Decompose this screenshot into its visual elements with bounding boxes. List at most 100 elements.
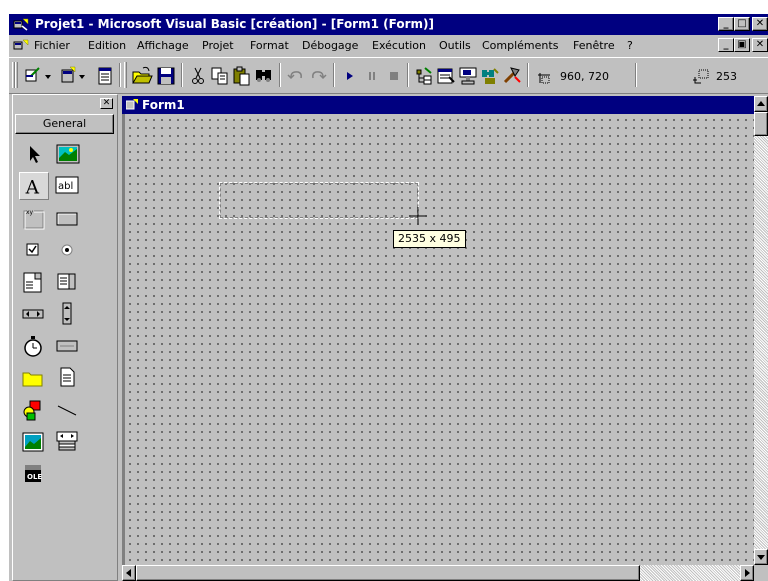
menu-editor-icon[interactable]	[94, 65, 116, 87]
form-designer: Form1 2535 x 495	[122, 96, 768, 581]
form-size-readout: 253	[716, 70, 737, 83]
document-system-menu-icon[interactable]	[13, 38, 29, 53]
menu-bar: Fichier Edition Affichage Projet Format …	[9, 35, 768, 56]
form-icon	[126, 99, 138, 110]
form-title-bar[interactable]: Form1	[122, 96, 754, 114]
checkbox-icon[interactable]	[19, 236, 49, 264]
toolbar-separator	[407, 63, 409, 87]
form-client-area[interactable]: 2535 x 495	[125, 114, 754, 565]
toolbar-separator	[333, 63, 335, 87]
image-icon[interactable]	[19, 428, 49, 456]
vscrollbar-icon[interactable]	[53, 300, 83, 328]
menu-help[interactable]: ?	[627, 39, 633, 52]
form-position-icon	[538, 73, 550, 84]
add-form-icon[interactable]	[59, 65, 91, 87]
size-tooltip: 2535 x 495	[393, 230, 466, 248]
arrow-up-icon	[757, 101, 765, 106]
toolbox-icon[interactable]	[501, 65, 523, 87]
scroll-left-button[interactable]	[122, 565, 136, 581]
scroll-up-button[interactable]	[754, 96, 768, 112]
menu-affichage[interactable]: Affichage	[137, 39, 189, 52]
menu-edition[interactable]: Edition	[88, 39, 126, 52]
close-button[interactable]: ✕	[752, 17, 768, 31]
menu-complements[interactable]: Compléments	[482, 39, 558, 52]
properties-window-icon[interactable]	[435, 65, 457, 87]
cut-icon[interactable]	[187, 65, 209, 87]
dirlistbox-icon[interactable]	[19, 364, 49, 392]
menu-execution[interactable]: Exécution	[372, 39, 426, 52]
svg-text:abl: abl	[58, 181, 73, 192]
pointer-icon[interactable]	[19, 140, 49, 168]
svg-text:xy: xy	[26, 209, 34, 216]
toolbox-general-tab[interactable]: General	[15, 114, 114, 134]
vertical-scroll-thumb[interactable]	[754, 112, 768, 136]
frame-icon[interactable]: xy	[19, 204, 49, 232]
form-position-readout: 960, 720	[560, 70, 609, 83]
drivelistbox-icon[interactable]	[53, 332, 83, 360]
menu-debogage[interactable]: Débogage	[302, 39, 358, 52]
toolbar-separator	[119, 63, 121, 87]
toolbar-separator	[635, 63, 637, 87]
project-explorer-icon[interactable]	[413, 65, 435, 87]
start-icon[interactable]	[339, 65, 361, 87]
combobox-icon[interactable]	[19, 268, 49, 296]
mdi-close-button[interactable]: ✕	[752, 38, 768, 52]
menu-fenetre[interactable]: Fenêtre	[573, 39, 615, 52]
label-icon[interactable]: A	[19, 172, 49, 200]
add-project-icon[interactable]	[23, 65, 57, 87]
scroll-down-button[interactable]	[754, 549, 768, 565]
maximize-button[interactable]: □	[734, 17, 750, 31]
form-size-icon	[693, 69, 709, 84]
scroll-right-button[interactable]	[740, 565, 754, 581]
crosshair-cursor-icon	[409, 207, 427, 225]
title-bar[interactable]: Projet1 - Microsoft Visual Basic [créati…	[9, 14, 768, 35]
textbox-icon[interactable]: abl	[53, 172, 83, 200]
optionbutton-icon[interactable]	[53, 236, 83, 264]
break-icon[interactable]	[361, 65, 383, 87]
standard-toolbar: 960, 720 253	[9, 57, 768, 94]
horizontal-scrollbar[interactable]	[122, 565, 754, 581]
save-icon[interactable]	[155, 65, 177, 87]
horizontal-scroll-thumb[interactable]	[136, 565, 640, 581]
line-icon[interactable]	[53, 396, 83, 424]
redo-icon[interactable]	[307, 65, 329, 87]
svg-text:A: A	[25, 177, 40, 198]
paste-icon[interactable]	[231, 65, 253, 87]
timer-icon[interactable]	[19, 332, 49, 360]
commandbutton-icon[interactable]	[53, 204, 83, 232]
toolbar-grip-2[interactable]	[15, 62, 18, 88]
copy-icon[interactable]	[209, 65, 231, 87]
filelistbox-icon[interactable]	[53, 364, 83, 392]
listbox-icon[interactable]	[53, 268, 83, 296]
data-icon[interactable]	[53, 428, 83, 456]
arrow-left-icon	[126, 569, 131, 577]
hscrollbar-icon[interactable]	[19, 300, 49, 328]
menu-outils[interactable]: Outils	[439, 39, 471, 52]
toolbox-close-button[interactable]: ✕	[100, 98, 113, 109]
mdi-minimize-button[interactable]: _	[718, 38, 734, 52]
find-icon[interactable]	[253, 65, 275, 87]
minimize-button[interactable]: _	[718, 17, 734, 31]
toolbar-separator	[181, 63, 183, 87]
end-icon[interactable]	[383, 65, 405, 87]
vb-ide-window: Projet1 - Microsoft Visual Basic [créati…	[9, 14, 768, 581]
ole-icon[interactable]: OLE	[19, 460, 49, 488]
window-title: Projet1 - Microsoft Visual Basic [créati…	[35, 17, 434, 31]
toolbar-separator	[279, 63, 281, 87]
mdi-restore-button[interactable]: ▣	[734, 38, 750, 52]
menu-fichier[interactable]: Fichier	[34, 39, 70, 52]
toolbox-panel: ✕ General A abl xy OLE	[12, 94, 118, 581]
shape-icon[interactable]	[19, 396, 49, 424]
vertical-scrollbar[interactable]	[754, 96, 768, 565]
svg-text:OLE: OLE	[27, 473, 42, 481]
picturebox-icon[interactable]	[53, 140, 83, 168]
menu-format[interactable]: Format	[250, 39, 289, 52]
form-layout-icon[interactable]	[457, 65, 479, 87]
object-browser-icon[interactable]	[479, 65, 501, 87]
undo-icon[interactable]	[285, 65, 307, 87]
vb-app-icon[interactable]	[13, 17, 29, 32]
arrow-right-icon	[745, 569, 750, 577]
menu-projet[interactable]: Projet	[202, 39, 234, 52]
open-project-icon[interactable]	[131, 65, 153, 87]
toolbar-grip-3[interactable]	[124, 62, 127, 88]
